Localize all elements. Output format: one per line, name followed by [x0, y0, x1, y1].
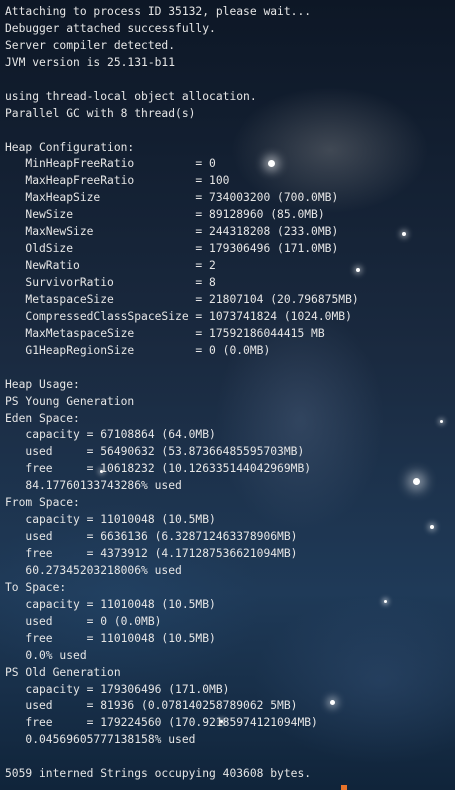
terminal-line: Heap Usage:: [5, 377, 80, 391]
terminal-line: MaxHeapSize = 734003200 (700.0MB): [5, 191, 339, 205]
terminal-line: MetaspaceSize = 21807104 (20.796875MB): [5, 292, 359, 306]
terminal-line: Heap Configuration:: [5, 140, 135, 154]
terminal-cursor: [341, 785, 347, 790]
terminal-line: NewRatio = 2: [5, 259, 216, 273]
terminal-line: used = 81936 (0.078140258789062 5MB): [5, 699, 298, 713]
terminal-line: free = 179224560 (170.92185974121094MB): [5, 716, 318, 730]
terminal-line: MaxMetaspaceSize = 17592186044415 MB: [5, 326, 325, 340]
terminal-line: capacity = 179306496 (171.0MB): [5, 682, 230, 696]
terminal-line: 5059 interned Strings occupying 403608 b…: [5, 767, 312, 781]
terminal-line: 0.0% used: [5, 648, 87, 662]
terminal-line: PS Old Generation: [5, 665, 121, 679]
terminal-line: MinHeapFreeRatio = 0: [5, 157, 216, 171]
terminal-line: Parallel GC with 8 thread(s): [5, 106, 196, 120]
terminal-output[interactable]: Attaching to process ID 35132, please wa…: [5, 4, 453, 783]
terminal-line: capacity = 11010048 (10.5MB): [5, 513, 216, 527]
terminal-line: Debugger attached successfully.: [5, 21, 216, 35]
terminal-line: SurvivorRatio = 8: [5, 276, 216, 289]
terminal-line: capacity = 11010048 (10.5MB): [5, 597, 216, 611]
terminal-line: Eden Space:: [5, 411, 80, 425]
terminal-line: using thread-local object allocation.: [5, 89, 257, 103]
terminal-line: G1HeapRegionSize = 0 (0.0MB): [5, 343, 271, 357]
terminal-line: CompressedClassSpaceSize = 1073741824 (1…: [5, 309, 352, 323]
terminal-line: PS Young Generation: [5, 394, 135, 408]
terminal-line: MaxNewSize = 244318208 (233.0MB): [5, 225, 339, 239]
terminal-line: free = 10618232 (10.126335144042969MB): [5, 462, 312, 476]
terminal-line: 84.17760133743286% used: [5, 479, 182, 493]
terminal-line: capacity = 67108864 (64.0MB): [5, 428, 216, 442]
terminal-line: used = 56490632 (53.87366485595703MB): [5, 445, 305, 459]
terminal-line: free = 4373912 (4.171287536621094MB): [5, 547, 298, 560]
terminal-line: Attaching to process ID 35132, please wa…: [5, 5, 312, 18]
terminal-line: NewSize = 89128960 (85.0MB): [5, 208, 325, 222]
terminal-line: used = 6636136 (6.328712463378906MB): [5, 530, 298, 544]
terminal-line: OldSize = 179306496 (171.0MB): [5, 242, 339, 256]
terminal-line: 0.04569605777138158% used: [5, 733, 196, 747]
terminal-line: MaxHeapFreeRatio = 100: [5, 174, 230, 188]
terminal-line: From Space:: [5, 496, 80, 510]
terminal-line: free = 11010048 (10.5MB): [5, 631, 216, 645]
terminal-line: JVM version is 25.131-b11: [5, 55, 176, 69]
terminal-line: 60.27345203218006% used: [5, 563, 182, 577]
terminal-line: Server compiler detected.: [5, 38, 176, 52]
terminal-line: To Space:: [5, 580, 67, 594]
terminal-line: used = 0 (0.0MB): [5, 614, 162, 628]
